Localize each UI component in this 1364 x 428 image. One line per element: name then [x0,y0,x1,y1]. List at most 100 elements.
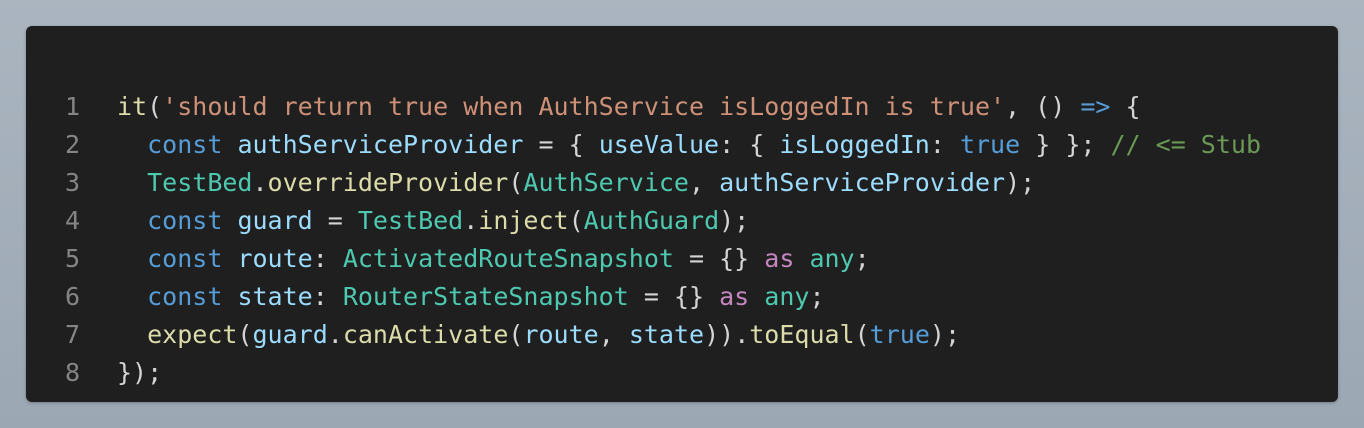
code-line: 1 it('should return true when AuthService… [26,88,1338,126]
code-token: canActivate [342,320,509,349]
line-number: 1 [64,92,80,121]
code-line: 6 const state: RouterStateSnapshot = {} … [26,278,1338,316]
code-token: any [809,244,855,273]
code-token: )). [704,320,750,349]
line-code: it('should return true when AuthService … [117,88,1141,126]
code-token: , [689,168,720,197]
code-token: TestBed [357,206,464,235]
code-line: 5 const route: ActivatedRouteSnapshot = … [26,240,1338,278]
code-token: : [929,130,960,159]
code-token: isLoggedIn [779,130,930,159]
code-token: = {} [673,244,765,273]
code-token: AuthService [523,168,689,197]
code-token: as [764,244,795,273]
code-token: ( [147,92,163,121]
code-token: route [523,320,599,349]
code-token: => [1080,92,1111,121]
code-token: authServiceProvider [719,168,1006,197]
code-token: }); [117,358,163,387]
line-number: 2 [64,130,80,159]
code-token: const [147,244,223,273]
code-token: ; [809,282,825,311]
code-token: . [327,320,343,349]
code-line: 7 expect(guard.canActivate(route, state)… [26,316,1338,354]
code-token: guard [237,206,313,235]
code-token: const [147,282,223,311]
code-token: ); [929,320,960,349]
code-token: = {} [628,282,720,311]
code-block: 1 it('should return true when AuthService… [26,26,1338,402]
code-token: ( [568,206,584,235]
code-token: 'should return true when AuthService isL… [162,92,1006,121]
line-number: 6 [64,282,80,311]
line-code: const route: ActivatedRouteSnapshot = {}… [117,240,870,278]
code-token: ); [1005,168,1036,197]
code-token: expect [147,320,238,349]
code-lines: 1 it('should return true when AuthService… [26,88,1338,392]
line-number: 4 [64,206,80,235]
code-token: const [147,206,223,235]
code-token: ( [508,320,524,349]
code-line: 8}); [26,354,1338,392]
line-code: expect(guard.canActivate(route, state)).… [117,316,960,354]
code-token: . [252,168,268,197]
code-token: toEqual [749,320,855,349]
code-token: ( [508,168,524,197]
code-token: it [117,92,148,121]
code-token: = { [523,130,599,159]
code-token: , [598,320,629,349]
code-token: : [312,244,343,273]
code-token: = [312,206,358,235]
line-code: const guard = TestBed.inject(AuthGuard); [117,202,749,240]
line-code: const authServiceProvider = { useValue: … [117,126,1261,164]
code-token: as [719,282,750,311]
line-number: 8 [64,358,80,387]
code-token: state [237,282,313,311]
code-token: authServiceProvider [237,130,524,159]
line-number: 5 [64,244,80,273]
code-token: state [628,320,705,349]
code-token: TestBed [147,168,253,197]
line-number: 7 [64,320,80,349]
line-code: const state: RouterStateSnapshot = {} as… [117,278,825,316]
code-token: // <= Stub [1110,130,1261,159]
code-token: any [764,282,810,311]
code-token: ); [719,206,750,235]
line-code: TestBed.overrideProvider(AuthService, au… [117,164,1035,202]
code-token: const [147,130,223,159]
code-token: useValue [598,130,720,159]
code-token: true [869,320,930,349]
code-line: 3 TestBed.overrideProvider(AuthService, … [26,164,1338,202]
code-token: overrideProvider [267,168,509,197]
code-line: 2 const authServiceProvider = { useValue… [26,126,1338,164]
code-token: AuthGuard [583,206,720,235]
code-token: RouterStateSnapshot [342,282,629,311]
code-token: . [463,206,479,235]
code-token: : { [719,130,780,159]
code-line: 4 const guard = TestBed.inject(AuthGuard… [26,202,1338,240]
code-token: true [959,130,1021,159]
code-token: , () [1005,92,1081,121]
code-token: ( [854,320,870,349]
code-token: } }; [1020,130,1111,159]
code-token: guard [252,320,328,349]
code-token: { [1110,92,1141,121]
code-token: route [237,244,313,273]
line-number: 3 [64,168,80,197]
code-token: ActivatedRouteSnapshot [342,244,674,273]
code-token: : [312,282,343,311]
line-code: }); [117,354,162,392]
code-token: ; [854,244,870,273]
